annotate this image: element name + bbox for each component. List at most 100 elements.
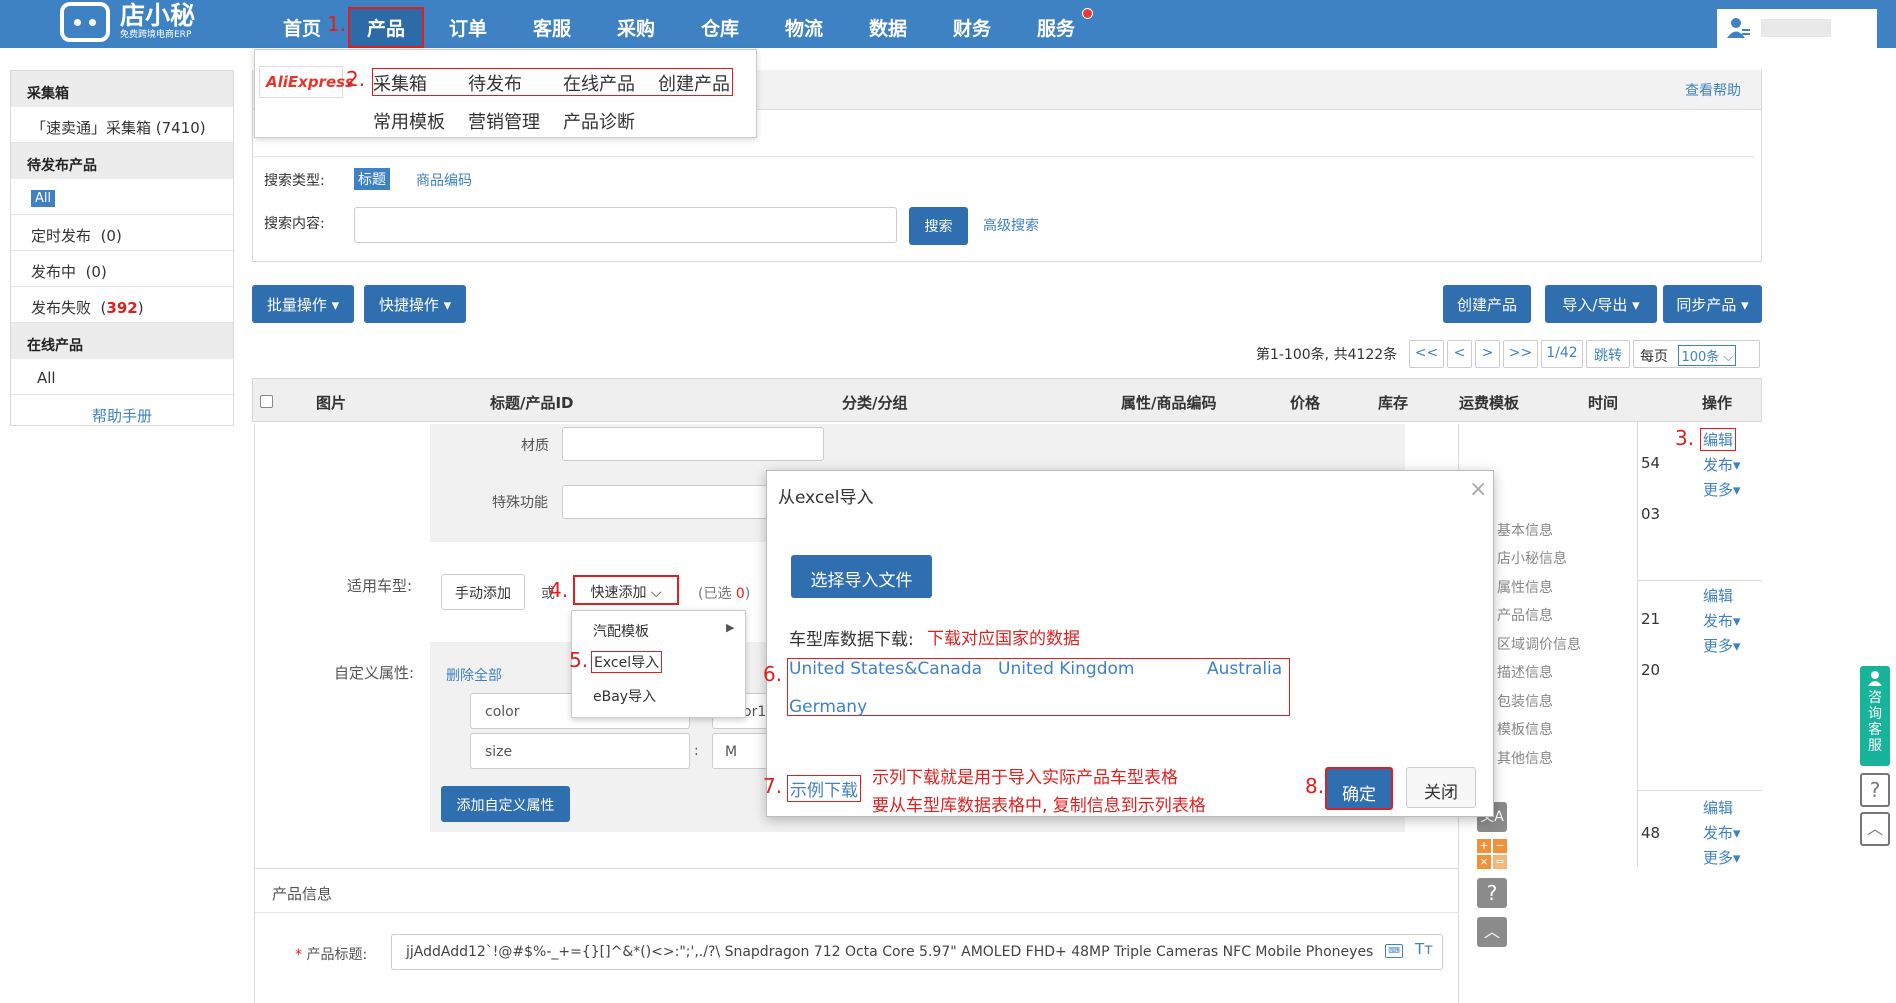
rail-basic-info[interactable]: 基本信息 [1497, 520, 1553, 540]
caret-down-icon: ▾ [443, 296, 452, 314]
link-uk[interactable]: United Kingdom [998, 659, 1134, 679]
sample-note-2: 要从车型库数据表格中, 复制信息到示列表格 [872, 796, 1206, 816]
view-help-link[interactable]: 查看帮助 [1685, 80, 1741, 100]
back-to-top-icon[interactable]: ︿ [1477, 917, 1507, 947]
row2-publish-link[interactable]: 发布▾ [1703, 610, 1741, 631]
help-circle-icon[interactable]: ? [1477, 878, 1507, 908]
rail-template[interactable]: 模板信息 [1497, 719, 1553, 739]
notification-dot [1082, 8, 1093, 19]
menu-pending-publish[interactable]: 待发布 [468, 70, 522, 96]
rail-description[interactable]: 描述信息 [1497, 662, 1553, 682]
row3-publish-link[interactable]: 发布▾ [1703, 822, 1741, 843]
nav-orders[interactable]: 订单 [449, 14, 487, 41]
rail-dxm-info[interactable]: 店小秘信息 [1497, 548, 1567, 568]
quick-add-dropdown[interactable]: 快速添加 ⌵ [573, 575, 679, 605]
nav-finance[interactable]: 财务 [953, 14, 991, 41]
sidebar-item-scheduled[interactable]: 定时发布 (0) [11, 215, 233, 251]
nav-home[interactable]: 首页 [283, 14, 321, 41]
menu-common-templates[interactable]: 常用模板 [373, 108, 445, 134]
row1-publish-link[interactable]: 发布▾ [1703, 454, 1741, 475]
nav-purchase[interactable]: 采购 [617, 14, 655, 41]
quick-operations-button[interactable]: 快捷操作 ▾ [364, 285, 466, 323]
consult-service-button[interactable]: 咨询客服 [1860, 666, 1890, 766]
nav-products[interactable]: 产品 [367, 14, 405, 41]
page-prev-button[interactable]: < [1447, 340, 1472, 368]
help-manual-link[interactable]: 帮助手册 [11, 395, 233, 431]
advanced-search-link[interactable]: 高级搜索 [983, 215, 1039, 235]
product-title-input[interactable]: jjAddAdd12`!@#$%-_+={}[]^&*()<>:";',./?\… [391, 934, 1443, 970]
scheduled-count: (0) [100, 227, 122, 245]
close-icon[interactable]: × [1469, 477, 1487, 502]
menu-item-auto-template[interactable]: 汽配模板 [593, 621, 649, 641]
side-back-to-top-icon[interactable]: ︿ [1860, 812, 1890, 846]
batch-operations-button[interactable]: 批量操作 ▾ [252, 285, 354, 323]
row2-edit-link[interactable]: 编辑 [1703, 585, 1733, 606]
annotation-7: 7. [763, 774, 783, 798]
menu-item-ebay-import[interactable]: eBay导入 [593, 686, 656, 706]
row3-edit-link[interactable]: 编辑 [1703, 797, 1733, 818]
row1-more-link[interactable]: 更多▾ [1703, 479, 1741, 500]
import-export-button[interactable]: 导入/导出 ▾ [1545, 285, 1657, 323]
sidebar-item-failed[interactable]: 发布失败 (392) [11, 287, 233, 323]
nav-customer-service[interactable]: 客服 [533, 14, 571, 41]
page-jump-button[interactable]: 跳转 [1586, 340, 1630, 368]
search-type-code[interactable]: 商品编码 [416, 170, 472, 190]
sync-products-button[interactable]: 同步产品 ▾ [1663, 285, 1762, 323]
per-page-select[interactable]: 100条 ⌵ [1678, 345, 1737, 366]
row2-more-link[interactable]: 更多▾ [1703, 635, 1741, 656]
row3-more-link[interactable]: 更多▾ [1703, 847, 1741, 868]
nav-services[interactable]: 服务 [1037, 14, 1075, 41]
menu-collect-box[interactable]: 采集箱 [373, 70, 427, 96]
rail-product-info[interactable]: 产品信息 [1497, 605, 1553, 625]
nav-logistics[interactable]: 物流 [785, 14, 823, 41]
material-input[interactable] [562, 427, 824, 461]
search-type-label: 搜索类型: [264, 173, 325, 189]
logo[interactable]: 店小秘 免费跨境电商ERP [60, 2, 210, 42]
rail-package[interactable]: 包装信息 [1497, 691, 1553, 711]
sidebar-item-publishing[interactable]: 发布中 (0) [11, 251, 233, 287]
menu-create-product[interactable]: 创建产品 [658, 70, 730, 96]
nav-data[interactable]: 数据 [869, 14, 907, 41]
sidebar-item-online-all[interactable]: All [11, 359, 233, 395]
link-germany[interactable]: Germany [789, 697, 867, 717]
search-button[interactable]: 搜索 [909, 207, 968, 245]
choose-file-button[interactable]: 选择导入文件 [791, 555, 932, 598]
confirm-button[interactable]: 确定 [1325, 767, 1393, 810]
keyboard-icon[interactable]: ⌨ [1385, 944, 1403, 958]
sidebar-item-collect-box[interactable]: 「速卖通」采集箱 (7410) [11, 107, 233, 143]
menu-online-products[interactable]: 在线产品 [563, 70, 635, 96]
search-input[interactable] [354, 207, 897, 243]
menu-item-excel-import[interactable]: Excel导入 [591, 651, 663, 673]
page-next-button[interactable]: > [1475, 340, 1500, 368]
close-button[interactable]: 关闭 [1406, 767, 1476, 808]
link-us-canada[interactable]: United States&Canada [789, 659, 982, 679]
delete-all-link[interactable]: 删除全部 [446, 665, 502, 685]
add-custom-attr-button[interactable]: 添加自定义属性 [441, 786, 570, 822]
side-help-icon[interactable]: ? [1860, 773, 1890, 807]
rail-other[interactable]: 其他信息 [1497, 748, 1553, 768]
link-australia[interactable]: Australia [1207, 659, 1282, 679]
special-feature-input[interactable] [562, 485, 772, 519]
row1-time-fragment: 54 [1641, 454, 1661, 472]
custom-attr-value-2[interactable]: M [712, 733, 772, 769]
manual-add-button[interactable]: 手动添加 [441, 574, 525, 610]
chevron-down-icon: ⌵ [650, 585, 662, 601]
sample-download-link[interactable]: 示例下载 [787, 775, 861, 802]
rail-attr-info[interactable]: 属性信息 [1497, 577, 1553, 597]
page-last-button[interactable]: >> [1503, 340, 1538, 368]
nav-warehouse[interactable]: 仓库 [701, 14, 739, 41]
menu-product-diagnosis[interactable]: 产品诊断 [563, 108, 635, 134]
calculator-icon[interactable]: + − × = [1477, 839, 1507, 869]
page-first-button[interactable]: << [1409, 340, 1444, 368]
row1-edit-link[interactable]: 编辑 [1700, 428, 1737, 451]
custom-attr-name-2[interactable]: size [470, 733, 690, 769]
create-product-button[interactable]: 创建产品 [1443, 285, 1531, 323]
user-menu[interactable] [1717, 9, 1877, 48]
sidebar-item-pending-all[interactable]: All [11, 179, 233, 215]
aliexpress-logo[interactable]: AliExpress [259, 66, 354, 98]
menu-marketing[interactable]: 营销管理 [468, 108, 540, 134]
search-type-title[interactable]: 标题 [354, 168, 390, 190]
rail-regional-price[interactable]: 区域调价信息 [1497, 634, 1581, 654]
text-format-icon[interactable]: Tт [1415, 940, 1433, 958]
select-all-checkbox[interactable] [260, 395, 273, 408]
